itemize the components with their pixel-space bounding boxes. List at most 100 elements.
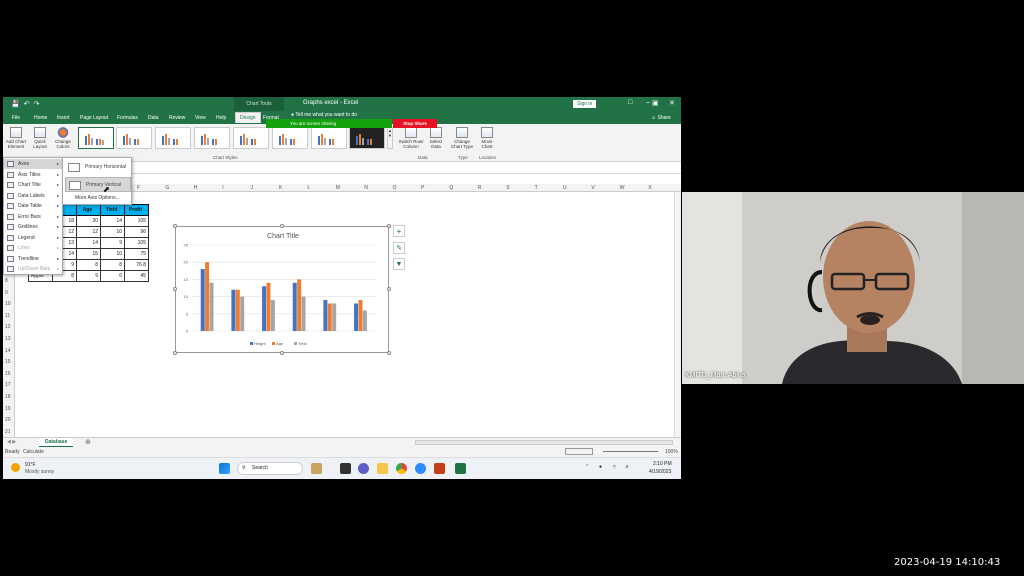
quick-layout-button[interactable]: Quick Layout [29, 127, 51, 149]
row-header[interactable]: 18 [5, 394, 11, 400]
vertical-scrollbar[interactable] [674, 192, 681, 437]
sheet-nav-icon[interactable]: ◀ ▶ [7, 439, 16, 445]
y-tick-label[interactable]: 20 [184, 260, 189, 265]
maximize-icon[interactable]: ▣ [652, 99, 659, 107]
resize-handle[interactable] [387, 287, 391, 291]
column-header[interactable]: P [421, 185, 424, 191]
table-header[interactable]: Profit [124, 204, 149, 216]
tab-data[interactable]: Data [148, 115, 159, 121]
add-sheet-icon[interactable]: ⊕ [85, 438, 91, 446]
column-header[interactable]: K [279, 185, 282, 191]
resize-handle[interactable] [280, 351, 284, 355]
table-header[interactable]: Yield [100, 204, 125, 216]
menu-item-axis-titles[interactable]: Axis Titles ▸ [4, 170, 62, 180]
row-header[interactable]: 16 [5, 371, 11, 377]
table-cell[interactable]: 15 [76, 248, 101, 260]
table-cell[interactable]: 105 [124, 237, 149, 249]
chart-elements-plus-icon[interactable]: + [393, 225, 405, 237]
ribbon-display-icon[interactable]: □ [628, 99, 632, 106]
y-tick-label[interactable]: 10 [184, 294, 189, 299]
legend-swatch[interactable] [294, 342, 297, 345]
row-header[interactable]: 8 [5, 278, 8, 284]
bar-yield[interactable] [240, 296, 245, 331]
tab-design[interactable]: Design [235, 112, 261, 123]
row-header[interactable]: 9 [5, 290, 8, 296]
bar-yield[interactable] [301, 296, 306, 331]
resize-handle[interactable] [280, 224, 284, 228]
weather-temp[interactable]: 91°F [25, 462, 36, 468]
windows-start-icon[interactable] [219, 463, 230, 474]
resize-handle[interactable] [173, 224, 177, 228]
bar-height[interactable] [354, 303, 359, 331]
column-header[interactable]: R [478, 185, 482, 191]
powerpoint-icon[interactable] [434, 463, 445, 474]
chart-style-6[interactable] [272, 127, 308, 149]
bar-age[interactable] [358, 300, 363, 331]
bar-height[interactable] [292, 282, 297, 331]
table-cell[interactable]: 8 [100, 259, 125, 271]
add-chart-element-button[interactable]: Add Chart Element [4, 127, 28, 149]
chart-style-7[interactable] [311, 127, 347, 149]
chart-style-8[interactable] [349, 127, 385, 149]
table-cell[interactable]: 96 [124, 226, 149, 238]
resize-handle[interactable] [173, 351, 177, 355]
bar-age[interactable] [205, 262, 210, 331]
file-explorer-icon[interactable] [377, 463, 388, 474]
bar-yield[interactable] [209, 282, 214, 331]
chrome-icon[interactable] [396, 463, 407, 474]
more-axis-options[interactable]: More Axis Options... [75, 195, 120, 201]
microphone-icon[interactable]: ● [599, 464, 602, 470]
switch-row-column-button[interactable]: Switch Row/ Column [397, 127, 425, 149]
row-header[interactable]: 21 [5, 429, 11, 435]
bar-age[interactable] [327, 303, 332, 331]
tab-page-layout[interactable]: Page Layout [80, 115, 108, 121]
table-cell[interactable]: 14 [76, 237, 101, 249]
chart-style-2[interactable] [116, 127, 152, 149]
bar-height[interactable] [262, 286, 267, 331]
y-tick-label[interactable]: 25 [184, 243, 189, 248]
status-calculate[interactable]: Calculate [23, 449, 44, 455]
chart-styles-brush-icon[interactable]: ✎ [393, 242, 405, 254]
menu-item-legend[interactable]: Legend ▸ [4, 233, 62, 243]
legend-label[interactable]: Age [276, 341, 284, 346]
bar-yield[interactable] [332, 303, 337, 331]
row-header[interactable]: 13 [5, 336, 11, 342]
chart-styles-scroll[interactable]: ▲ ▼ [387, 127, 393, 149]
chart-style-5[interactable] [233, 127, 269, 149]
table-cell[interactable]: 6 [100, 270, 125, 282]
bar-age[interactable] [266, 282, 271, 331]
close-icon[interactable]: ✕ [669, 99, 675, 107]
legend-swatch[interactable] [250, 342, 253, 345]
weather-sun-icon[interactable] [11, 463, 20, 472]
tab-view[interactable]: View [195, 115, 206, 121]
table-cell[interactable]: 20 [76, 215, 101, 227]
row-header[interactable]: 19 [5, 406, 11, 412]
wifi-icon[interactable]: ≈ [613, 464, 616, 470]
chat-icon[interactable] [358, 463, 369, 474]
move-chart-button[interactable]: Move Chart [477, 127, 497, 149]
menu-item-chart-title[interactable]: Chart Title ▸ [4, 180, 62, 190]
menu-primary-vertical[interactable]: Primary Vertical [65, 177, 131, 192]
legend-swatch[interactable] [272, 342, 275, 345]
table-cell[interactable]: 8 [76, 259, 101, 271]
horizontal-scrollbar[interactable] [415, 440, 673, 445]
view-buttons[interactable] [565, 448, 593, 455]
row-header[interactable]: 11 [5, 313, 10, 319]
bar-yield[interactable] [270, 300, 275, 331]
chart-style-1[interactable] [78, 127, 114, 149]
y-tick-label[interactable]: 5 [186, 311, 189, 316]
menu-item-axes[interactable]: Axes ▸ [4, 159, 62, 169]
share-button[interactable]: ☺ Share [651, 115, 671, 121]
redo-icon[interactable]: ↷ [34, 101, 44, 108]
volume-icon[interactable]: ♬ [625, 464, 630, 470]
table-cell[interactable]: 9 [76, 270, 101, 282]
menu-item-trendline[interactable]: Trendline ▸ [4, 254, 62, 264]
bar-height[interactable] [323, 300, 328, 331]
quick-access-toolbar[interactable]: 💾↶↷ [11, 100, 43, 108]
tab-insert[interactable]: Insert [57, 115, 70, 121]
column-header[interactable]: N [364, 185, 368, 191]
tab-review[interactable]: Review [169, 115, 185, 121]
bar-height[interactable] [200, 269, 205, 331]
tray-chevron-icon[interactable]: ⌃ [585, 464, 589, 470]
table-cell[interactable]: 12 [76, 226, 101, 238]
